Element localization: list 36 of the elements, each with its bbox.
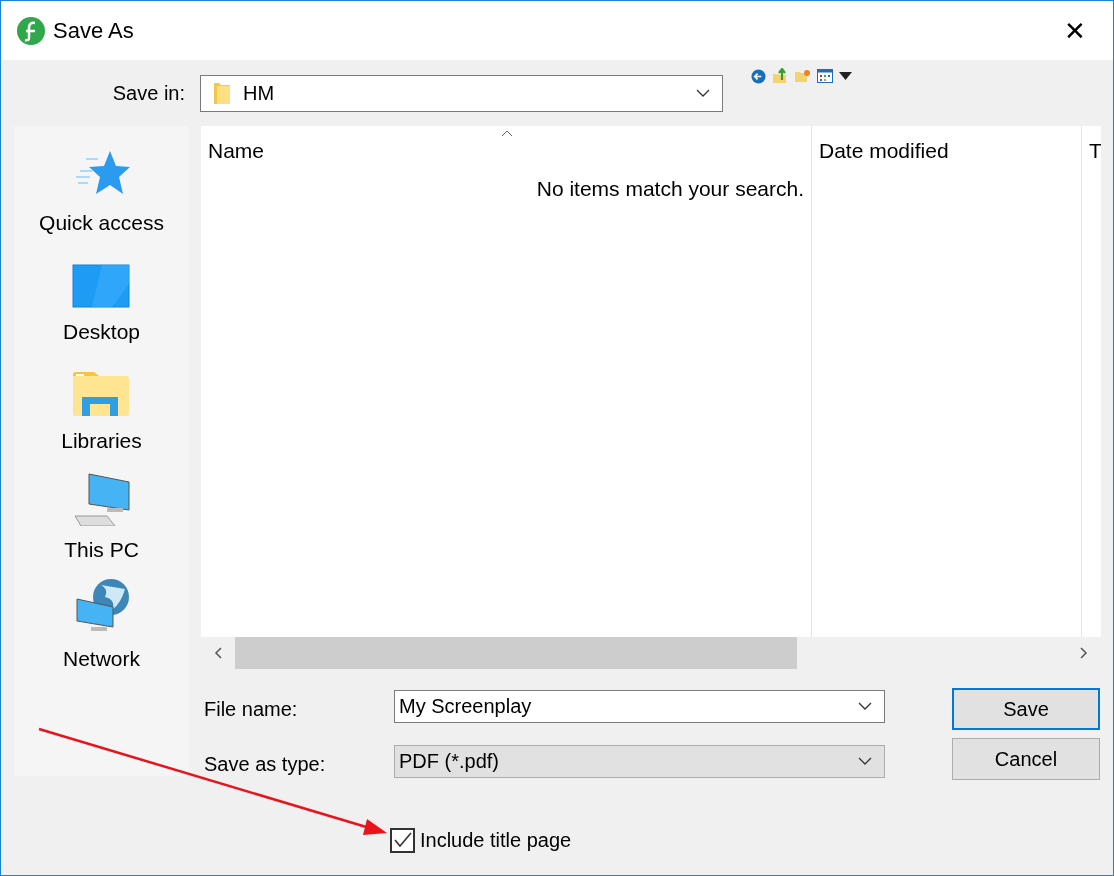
field-label: File name: — [203, 697, 299, 722]
save-button[interactable]: Save — [952, 688, 1100, 730]
window-title: Save As — [53, 17, 134, 45]
chevron-down-icon — [858, 757, 872, 765]
checkmark-icon — [393, 832, 412, 848]
view-grid-icon[interactable] — [817, 69, 833, 83]
place-label[interactable]: This PC — [64, 533, 139, 565]
library-folder-icon — [72, 370, 131, 417]
column-header[interactable]: T — [1089, 135, 1101, 167]
chevron-down-icon — [858, 702, 872, 710]
empty-message: No items match your search. — [536, 176, 804, 202]
dropdown-triangle-icon[interactable] — [839, 72, 852, 80]
app-logo-icon — [16, 15, 46, 46]
place-label[interactable]: Libraries — [61, 424, 142, 456]
column-header[interactable]: Name — [208, 135, 265, 167]
sort-caret-icon — [501, 130, 513, 137]
checkbox-label: Include title page — [420, 828, 572, 853]
close-button[interactable]: ✕ — [1052, 17, 1098, 44]
place-label[interactable]: Quick access — [39, 206, 164, 238]
checkbox[interactable] — [390, 827, 415, 853]
cancel-button[interactable]: Cancel — [952, 738, 1100, 780]
column-header[interactable]: Date modified — [819, 135, 949, 167]
save-in-label: Save in: — [111, 81, 186, 106]
folder-icon — [213, 81, 231, 105]
computer-icon — [72, 471, 131, 526]
file-type-dropdown[interactable]: PDF (*.pdf) — [394, 744, 885, 778]
save-in-dropdown[interactable]: HM — [200, 74, 723, 112]
place-label[interactable]: Network — [63, 642, 140, 674]
folder-up-icon[interactable] — [772, 68, 788, 84]
chevron-down-icon — [696, 89, 710, 97]
field-label: Save as type: — [203, 752, 327, 777]
scrollbar-thumb[interactable] — [235, 637, 797, 669]
monitor-icon — [72, 263, 131, 308]
file-name-field[interactable]: My Screenplay — [394, 689, 885, 723]
new-folder-icon[interactable] — [794, 69, 811, 83]
place-label[interactable]: Desktop — [62, 315, 140, 347]
